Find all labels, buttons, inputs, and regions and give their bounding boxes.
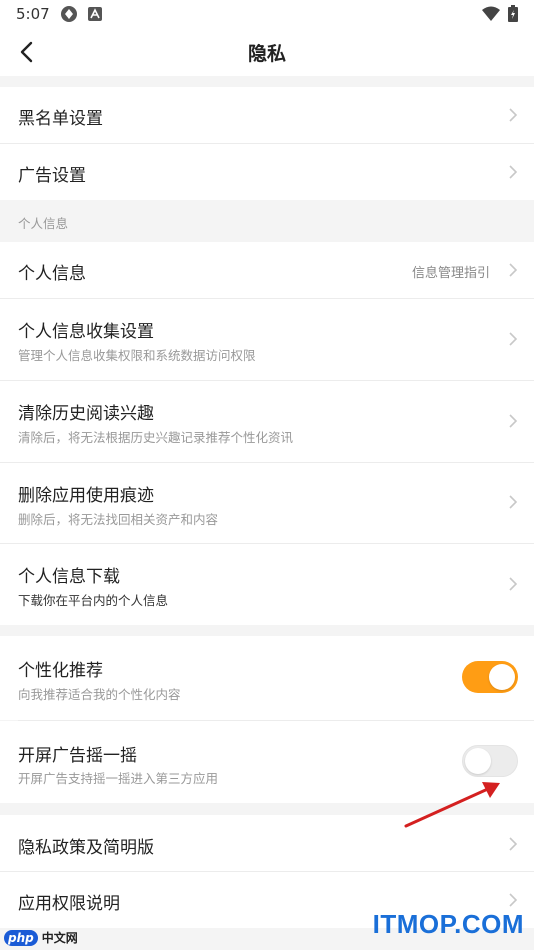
red-arrow-annotation — [404, 782, 500, 828]
chevron-right-icon — [509, 263, 518, 277]
section-title-personal-info: 个人信息 — [18, 216, 69, 231]
php-badge: php — [4, 929, 38, 946]
php-cn-watermark: php 中文网 — [4, 929, 78, 946]
chevron-right-icon — [509, 414, 518, 428]
a-notification-icon — [87, 7, 102, 21]
splash-ad-shake-toggle[interactable] — [462, 745, 518, 777]
top-app-bar: 隐私 — [0, 28, 534, 76]
row-label: 广告设置 — [18, 166, 86, 186]
row-clear-reading-interest[interactable]: 清除历史阅读兴趣 清除后，将无法根据历史兴趣记录推荐个性化资讯 — [0, 381, 534, 462]
row-blacklist-settings[interactable]: 黑名单设置 — [0, 87, 534, 143]
row-personalized-recommendation: 个性化推荐 向我推荐适合我的个性化内容 — [0, 636, 534, 720]
row-subtitle: 删除后，将无法找回相关资产和内容 — [18, 512, 219, 527]
row-subtitle: 管理个人信息收集权限和系统数据访问权限 — [18, 348, 256, 363]
row-label: 删除应用使用痕迹 — [18, 486, 154, 506]
chevron-right-icon — [509, 108, 518, 122]
chevron-right-icon — [509, 893, 518, 907]
row-label: 清除历史阅读兴趣 — [18, 404, 154, 424]
watermark-text: 中文网 — [41, 931, 78, 945]
toggle-knob — [489, 664, 515, 690]
row-label: 个人信息 — [18, 264, 86, 284]
row-subtitle: 开屏广告支持摇一摇进入第三方应用 — [18, 771, 219, 786]
row-subtitle: 下载你在平台内的个人信息 — [18, 593, 169, 608]
status-time: 5:07 — [16, 5, 50, 23]
row-label: 个人信息下载 — [18, 567, 120, 587]
row-delete-usage-traces[interactable]: 删除应用使用痕迹 删除后，将无法找回相关资产和内容 — [0, 463, 534, 543]
row-ad-settings[interactable]: 广告设置 — [0, 144, 534, 200]
row-label: 应用权限说明 — [18, 894, 120, 914]
row-personal-info[interactable]: 个人信息 信息管理指引 — [0, 242, 534, 298]
row-label: 黑名单设置 — [18, 109, 103, 129]
row-subtitle: 向我推荐适合我的个性化内容 — [18, 687, 181, 702]
chevron-right-icon — [509, 332, 518, 346]
battery-icon — [508, 5, 518, 26]
row-personal-info-download[interactable]: 个人信息下载 下载你在平台内的个人信息 — [0, 544, 534, 625]
chevron-right-icon — [509, 837, 518, 851]
wifi-icon — [482, 6, 500, 26]
chevron-right-icon — [509, 165, 518, 179]
row-label: 个性化推荐 — [18, 661, 103, 681]
status-bar: 5:07 — [0, 0, 534, 28]
back-button[interactable] — [12, 38, 40, 66]
personalized-recommendation-toggle[interactable] — [462, 661, 518, 693]
row-label: 开屏广告摇一摇 — [18, 746, 137, 766]
itmop-watermark: ITMOP.COM — [372, 909, 524, 939]
chevron-right-icon — [509, 577, 518, 591]
row-label: 隐私政策及简明版 — [18, 838, 154, 858]
chevron-right-icon — [509, 495, 518, 509]
back-arrow-icon — [20, 41, 33, 63]
row-subtitle: 清除后，将无法根据历史兴趣记录推荐个性化资讯 — [18, 430, 294, 445]
info-guide-link[interactable]: 信息管理指引 — [412, 262, 490, 281]
page-title: 隐私 — [247, 42, 286, 65]
toggle-knob — [465, 748, 491, 774]
row-label: 个人信息收集设置 — [18, 322, 154, 342]
app-notification-icon — [60, 5, 78, 23]
row-personal-info-collection[interactable]: 个人信息收集设置 管理个人信息收集权限和系统数据访问权限 — [0, 299, 534, 380]
